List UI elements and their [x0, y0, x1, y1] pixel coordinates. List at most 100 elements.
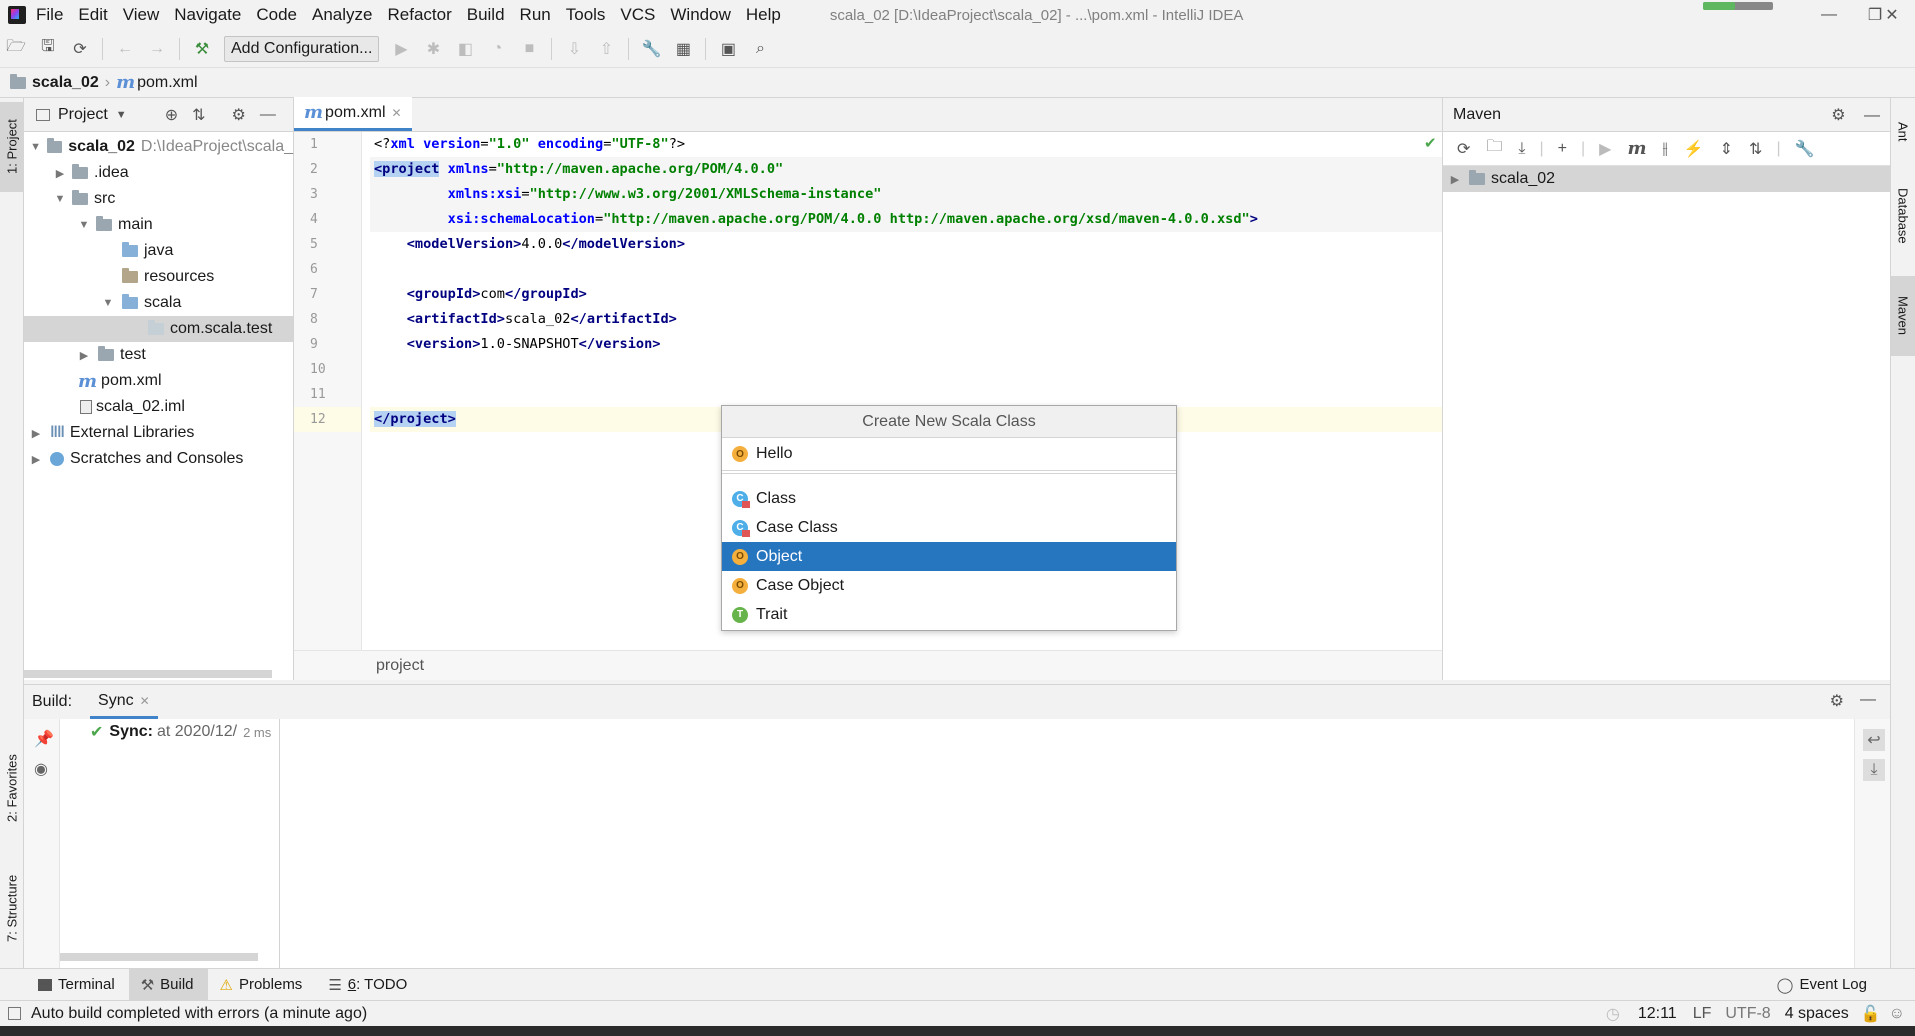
- expand-arrow-icon[interactable]: ▶: [1447, 173, 1463, 186]
- close-icon[interactable]: ✕: [1869, 0, 1915, 30]
- maven-tool-tab[interactable]: Maven: [1891, 276, 1915, 356]
- sync-icon[interactable]: ⟳: [70, 39, 90, 59]
- inspector-icon[interactable]: ☺: [1889, 1005, 1905, 1023]
- eye-icon[interactable]: ◉: [34, 759, 59, 779]
- menu-view[interactable]: View: [123, 5, 160, 25]
- vcs-commit-icon[interactable]: ⇧: [596, 39, 616, 59]
- problems-tab[interactable]: ⚠ Problems: [208, 969, 317, 1001]
- tree-item-main[interactable]: ▼ main: [24, 212, 293, 238]
- run-icon[interactable]: ▶: [391, 39, 411, 59]
- run-maven-build-icon[interactable]: ▶: [1599, 139, 1611, 159]
- indent-setting[interactable]: 4 spaces: [1785, 1005, 1849, 1023]
- reimport-icon[interactable]: ⟳: [1457, 139, 1470, 159]
- build-tab[interactable]: ⚒ Build: [128, 968, 208, 1001]
- sync-row[interactable]: ✔ Sync: at 2020/12/ 2 ms: [60, 719, 279, 745]
- todo-tab[interactable]: ☰ 6: TODO: [316, 969, 421, 1001]
- collapse-arrow-icon[interactable]: ▼: [28, 141, 43, 153]
- tree-item-idea[interactable]: ▶ .idea: [24, 160, 293, 186]
- stop-icon[interactable]: ■: [519, 39, 539, 59]
- breadcrumb-file[interactable]: pom.xml: [137, 74, 197, 92]
- class-name-input[interactable]: O Hello: [722, 438, 1176, 470]
- view-dropdown-icon[interactable]: ▼: [116, 109, 127, 121]
- maven-hide-icon[interactable]: —: [1864, 107, 1880, 124]
- breadcrumb-project[interactable]: scala_02: [32, 74, 99, 92]
- project-tool-tab[interactable]: 1: Project: [0, 102, 24, 192]
- tree-item-scratches[interactable]: ▶ Scratches and Consoles: [24, 446, 293, 472]
- maven-settings-icon[interactable]: 🔧: [1795, 139, 1815, 159]
- status-message[interactable]: Auto build completed with errors (a minu…: [31, 1005, 367, 1023]
- kind-option-class[interactable]: C Class: [722, 484, 1176, 513]
- menu-code[interactable]: Code: [256, 5, 297, 25]
- caret-position[interactable]: 12:11: [1638, 1005, 1677, 1023]
- settings-wrench-icon[interactable]: 🔧: [641, 39, 661, 59]
- tab-sync[interactable]: Sync ✕: [90, 685, 158, 719]
- panel-settings-gear-icon[interactable]: ⚙: [232, 105, 246, 125]
- collapse-arrow-icon[interactable]: ▼: [52, 193, 68, 205]
- tab-close-icon[interactable]: ✕: [140, 694, 150, 708]
- debug-icon[interactable]: ✱: [423, 39, 443, 59]
- expand-arrow-icon[interactable]: ▶: [76, 349, 92, 362]
- menu-help[interactable]: Help: [746, 5, 781, 25]
- ant-tool-tab[interactable]: Ant: [1891, 102, 1915, 162]
- collapse-arrow-icon[interactable]: ▼: [100, 297, 116, 309]
- lock-icon[interactable]: 🔓: [1861, 1004, 1881, 1024]
- minimize-icon[interactable]: —: [1806, 0, 1852, 30]
- menu-file[interactable]: File: [36, 5, 63, 25]
- locate-file-icon[interactable]: ⊕: [165, 105, 178, 125]
- menu-tools[interactable]: Tools: [566, 5, 606, 25]
- project-panel-title[interactable]: Project: [58, 106, 108, 124]
- expand-arrow-icon[interactable]: ▶: [28, 453, 44, 466]
- search-icon[interactable]: ⌕: [750, 39, 770, 59]
- build-settings-gear-icon[interactable]: ⚙: [1830, 691, 1844, 711]
- event-log-tab[interactable]: ◯ Event Log: [1765, 969, 1881, 1001]
- tree-item-scala[interactable]: ▼ scala: [24, 290, 293, 316]
- show-dependencies-icon[interactable]: ⇕: [1720, 139, 1733, 159]
- generate-sources-icon[interactable]: 🗀: [1486, 135, 1502, 162]
- run-anything-icon[interactable]: ▣: [718, 39, 738, 59]
- forward-arrow-icon[interactable]: →: [147, 39, 167, 59]
- editor-breadcrumb-project[interactable]: project: [376, 657, 424, 675]
- tree-item-pom[interactable]: m pom.xml: [24, 368, 293, 394]
- save-icon[interactable]: 🖫: [38, 38, 58, 59]
- profile-icon[interactable]: ◔: [487, 39, 507, 59]
- menu-analyze[interactable]: Analyze: [312, 5, 372, 25]
- favorites-tool-tab[interactable]: 2: Favorites: [0, 738, 24, 838]
- add-configuration-button[interactable]: Add Configuration...: [224, 35, 380, 62]
- menu-navigate[interactable]: Navigate: [174, 5, 241, 25]
- horizontal-scrollbar[interactable]: [24, 670, 272, 678]
- tree-item-scala02[interactable]: ▼ scala_02 D:\IdeaProject\scala_: [24, 134, 293, 160]
- kind-option-case-object[interactable]: O Case Object: [722, 571, 1176, 600]
- download-icon[interactable]: ⤓: [1518, 140, 1525, 158]
- terminal-tab[interactable]: Terminal: [26, 969, 129, 1001]
- menu-refactor[interactable]: Refactor: [387, 5, 451, 25]
- collapse-all-icon[interactable]: ⇅: [1749, 139, 1762, 159]
- database-tool-tab[interactable]: Database: [1891, 176, 1915, 256]
- menu-edit[interactable]: Edit: [78, 5, 107, 25]
- execute-maven-goal-icon[interactable]: m: [1627, 138, 1646, 159]
- skip-tests-icon[interactable]: ⚡: [1684, 139, 1704, 159]
- back-arrow-icon[interactable]: ←: [115, 39, 135, 59]
- coverage-icon[interactable]: ◧: [455, 39, 475, 59]
- build-tree-scrollbar[interactable]: [60, 953, 258, 961]
- menu-vcs[interactable]: VCS: [620, 5, 655, 25]
- tree-item-java[interactable]: java: [24, 238, 293, 264]
- build-hide-icon[interactable]: —: [1860, 691, 1876, 709]
- vcs-update-icon[interactable]: ⇩: [564, 39, 584, 59]
- tree-item-src[interactable]: ▼ src: [24, 186, 293, 212]
- soft-wrap-icon[interactable]: ↩: [1863, 729, 1885, 751]
- tab-close-icon[interactable]: ✕: [392, 106, 402, 120]
- tree-item-external-libraries[interactable]: ▶ ‖‖ External Libraries: [24, 420, 293, 446]
- menu-run[interactable]: Run: [520, 5, 551, 25]
- add-maven-project-icon[interactable]: +: [1558, 140, 1567, 158]
- kind-option-object[interactable]: O Object: [722, 542, 1176, 571]
- tool-windows-toggle-icon[interactable]: [8, 1007, 21, 1020]
- collapse-all-icon[interactable]: ⇅: [192, 105, 205, 125]
- toggle-offline-icon[interactable]: ⫲: [1663, 140, 1668, 158]
- structure-tool-tab[interactable]: 7: Structure: [0, 858, 24, 958]
- tree-item-resources[interactable]: resources: [24, 264, 293, 290]
- line-separator[interactable]: LF: [1693, 1005, 1712, 1023]
- menu-build[interactable]: Build: [467, 5, 505, 25]
- scroll-to-end-icon[interactable]: ⤓: [1863, 759, 1885, 781]
- file-encoding[interactable]: UTF-8: [1725, 1005, 1770, 1023]
- expand-arrow-icon[interactable]: ▶: [52, 167, 68, 180]
